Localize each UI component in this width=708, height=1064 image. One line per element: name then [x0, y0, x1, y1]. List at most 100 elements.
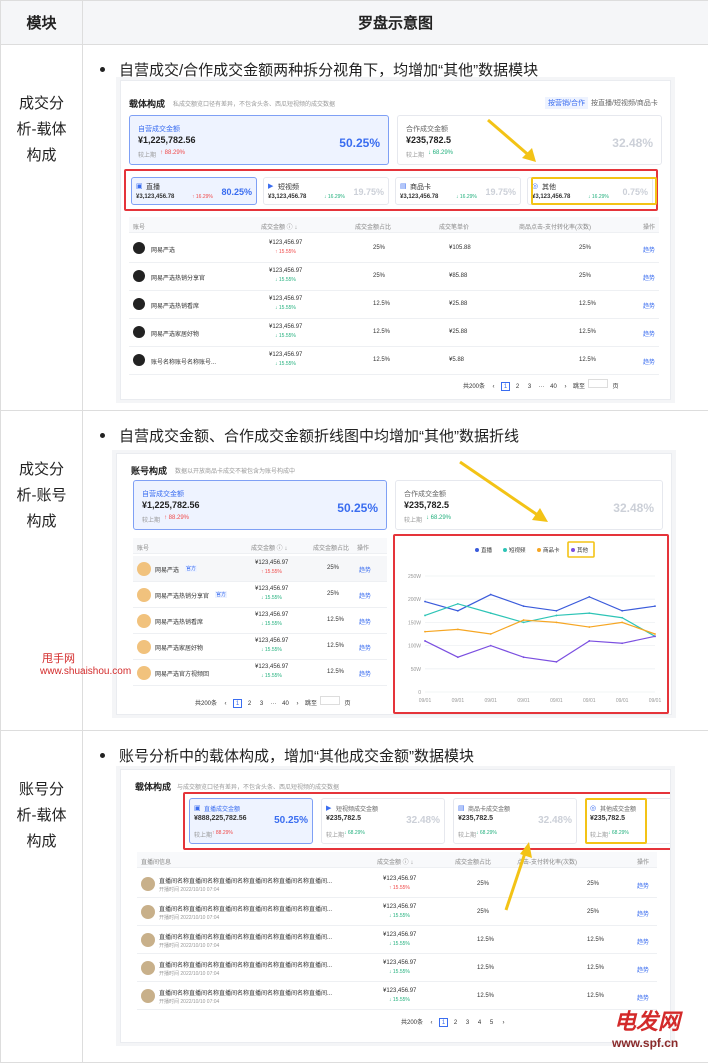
live-room-name: 直播间名称直播间名称直播间名称直播间名称直播间名称直播间...	[159, 935, 333, 941]
amount-change: ↓ 15.55%	[275, 305, 296, 311]
amount: ¥123,456.97	[383, 904, 417, 910]
avatar	[133, 326, 145, 338]
data-point	[588, 595, 591, 598]
card-amount: ¥888,225,782.56	[194, 815, 247, 822]
data-point	[489, 633, 492, 635]
table-row: 直播间名称直播间名称直播间名称直播间名称直播间名称直播间... 开播时间 2022…	[137, 926, 657, 954]
carrier-percent: 19.75%	[485, 187, 516, 197]
amount-change: ↓ 15.55%	[389, 997, 410, 1003]
legend-label: 直播	[481, 546, 493, 554]
trend-link[interactable]: 趋势	[643, 273, 655, 282]
column-header: 账号	[137, 546, 150, 552]
trend-link[interactable]: 趋势	[643, 245, 655, 254]
card-label: 商品卡成交金额	[468, 807, 511, 813]
y-tick-label: 150W	[408, 620, 421, 626]
card-compare: 较上期	[458, 833, 477, 839]
carrier-card[interactable]: ▣ 直播成交金额 ¥888,225,782.56 较上期 ↑ 88.29% 50.25%	[189, 798, 313, 844]
table-row: 网易严选热销看席 ¥123,456.97 ↓ 15.55% 12.5% 趋势	[133, 608, 387, 634]
trend-link[interactable]: 趋势	[359, 617, 371, 626]
column-header: 直播间信息	[141, 860, 172, 866]
data-point	[588, 640, 591, 642]
conversion: 12.5%	[579, 301, 597, 307]
pagination[interactable]: 共200条 ‹ 1 2 3 ··· 40 › 跳至页	[195, 696, 355, 709]
column-header: 成交金额占比	[455, 860, 492, 866]
share: 25%	[327, 565, 340, 571]
column-header: 成交笔单价	[439, 225, 470, 231]
share: 12.5%	[373, 301, 391, 307]
official-tag: 官方	[215, 591, 228, 598]
goods-card-icon: ▤	[400, 183, 407, 190]
trend-link[interactable]: 趋势	[359, 591, 371, 600]
card-percent: 32.48%	[538, 815, 572, 826]
amount-change: ↓ 15.55%	[261, 595, 282, 601]
live-room-name: 直播间名称直播间名称直播间名称直播间名称直播间名称直播间...	[159, 907, 333, 913]
conversion: 12.5%	[587, 937, 605, 943]
live-room-name: 直播间名称直播间名称直播间名称直播间名称直播间名称直播间...	[159, 879, 333, 885]
account-table: 账号 成交金额 ⓘ ↓ 成交金额占比 成交笔单价 商品点击-支付转化率(次数) 操作 网易…	[129, 217, 659, 377]
carrier-label: 短视频	[278, 184, 299, 191]
trend-link[interactable]: 趋势	[643, 329, 655, 338]
account-name: 网易严选热销看席	[155, 620, 204, 626]
share: 25%	[477, 881, 490, 887]
trend-link[interactable]: 趋势	[637, 881, 649, 890]
toggle-carrier[interactable]: 按直播/短视频/商品卡	[591, 98, 658, 108]
live-start-time: 开播时间 2022/10/10 07:04	[159, 915, 220, 921]
card-label: 直播成交金额	[204, 807, 241, 813]
trend-link[interactable]: 趋势	[359, 643, 371, 652]
data-point	[555, 660, 558, 663]
conversion: 12.5%	[579, 357, 597, 363]
toggle-marketing[interactable]: 按营销/合作	[545, 97, 588, 109]
trend-link[interactable]: 趋势	[643, 301, 655, 310]
carrier-card[interactable]: ▣ 直播 ¥3,123,456.78 ↑ 16.29% 80.25%	[131, 177, 257, 205]
trend-link[interactable]: 趋势	[637, 909, 649, 918]
x-tick-label: 09/01	[616, 698, 629, 704]
table-row: 网易严选热销分享官 ¥123,456.97 ↓ 15.55% 25% ¥85.88 25%…	[129, 263, 659, 291]
avatar	[141, 905, 155, 919]
trend-link[interactable]: 趋势	[637, 937, 649, 946]
x-tick-label: 09/01	[649, 698, 662, 704]
trend-link[interactable]: 趋势	[359, 565, 371, 574]
amount: ¥123,456.97	[269, 268, 303, 274]
table-row: 直播间名称直播间名称直播间名称直播间名称直播间名称直播间... 开播时间 2022…	[137, 898, 657, 926]
column-header[interactable]: 成交金额 ⓘ ↓	[251, 543, 287, 552]
account-name: 网易严选热销看席	[151, 304, 200, 310]
carrier-card[interactable]: ▶ 短视频成交金额 ¥235,782.5 较上期 ↓ 68.29% 32.48%	[321, 798, 445, 844]
screenshot-account-composition: 账号构成 数据以开放商品卡成交不被包含为账号构成中 自营成交金额 ¥1,225,…	[116, 453, 672, 715]
section-subtitle: 与成交额览口径有差异，不包含头条、西瓜短视频的成交数据	[177, 785, 340, 791]
carrier-card[interactable]: ▤ 商品卡 ¥3,123,456.78 ↓ 16.29% 19.75%	[395, 177, 521, 205]
column-header: 操作	[357, 546, 370, 552]
trend-link[interactable]: 趋势	[637, 965, 649, 974]
data-point	[522, 605, 525, 608]
live-room-name: 直播间名称直播间名称直播间名称直播间名称直播间名称直播间...	[159, 963, 333, 969]
avatar	[133, 270, 145, 282]
carrier-card[interactable]: ▶ 短视频 ¥3,123,456.78 ↓ 16.29% 19.75%	[263, 177, 389, 205]
amount: ¥123,456.97	[383, 960, 417, 966]
legend-marker	[503, 548, 507, 552]
share: 12.5%	[477, 965, 495, 971]
section-title: 载体构成	[129, 99, 166, 109]
amount-change: ↓ 15.55%	[389, 941, 410, 947]
card-label: 短视频成交金额	[336, 807, 379, 813]
pagination[interactable]: 共200条 ‹ 1 2 3 4 5 ›	[401, 1017, 511, 1028]
pagination[interactable]: 共200条 ‹ 1 2 3 ··· 40 › 跳至页	[463, 379, 623, 392]
trend-link[interactable]: 趋势	[643, 357, 655, 366]
other-highlight-box	[531, 177, 657, 205]
column-header[interactable]: 成交金额 ⓘ ↓	[261, 222, 297, 231]
share: 12.5%	[373, 329, 391, 335]
x-tick-label: 09/01	[517, 698, 530, 704]
trend-link[interactable]: 趋势	[359, 669, 371, 678]
card-compare: 较上期	[194, 833, 213, 839]
card-amount: ¥235,782.5	[458, 815, 494, 822]
table-row: 网易严选官方视频回 ¥123,456.97 ↓ 15.55% 12.5% 趋势	[133, 660, 387, 686]
section-subtitle: 私成交额览口径有差异，不包含头条、西瓜短视频的成交数据	[173, 102, 336, 108]
column-header[interactable]: 成交金额 ⓘ ↓	[377, 857, 413, 866]
self-sales-card[interactable]: 自营成交金额 ¥1,225,782.56 较上期 ↑ 88.29% 50.25%	[129, 115, 389, 165]
legend-label: 其他	[577, 546, 589, 554]
trend-link[interactable]: 趋势	[637, 993, 649, 1002]
unit-price: ¥25.88	[449, 301, 468, 307]
conversion: 25%	[587, 881, 600, 887]
self-sales-card[interactable]: 自营成交金额 ¥1,225,782.56 较上期 ↑ 88.29% 50.25%	[133, 480, 387, 530]
y-tick-label: 50W	[411, 667, 422, 673]
data-point	[555, 614, 558, 617]
amount-change: ↓ 15.55%	[261, 621, 282, 627]
